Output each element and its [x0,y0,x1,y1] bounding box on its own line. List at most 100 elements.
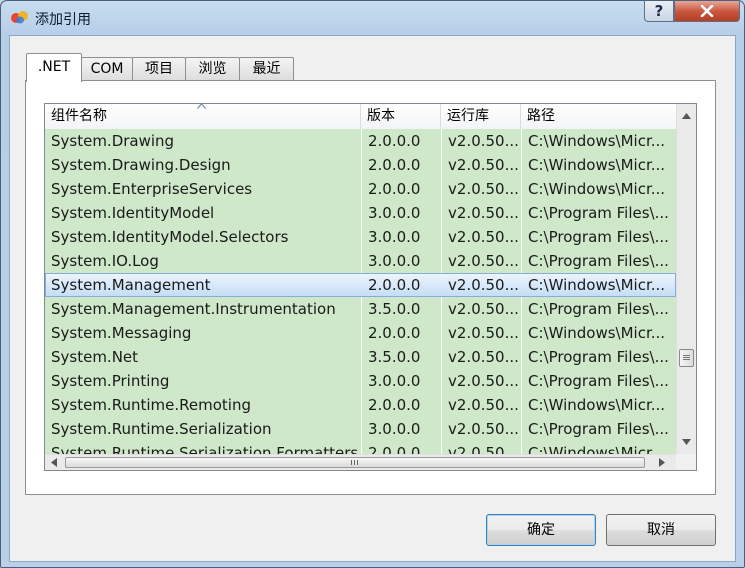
horizontal-scroll-thumb[interactable] [65,457,645,468]
add-reference-dialog: 添加引用 ? .NET COM 项目 浏览 最近 组件名称 版本 运行库 路径 … [0,0,745,568]
component-version: 2.0.0.0 [361,321,441,345]
help-label: ? [654,2,664,20]
component-version: 3.0.0.0 [361,417,441,441]
app-logo-icon [11,11,28,24]
component-path: C:\Windows\Micr... [521,393,676,417]
table-row[interactable]: System.Runtime.Remoting 2.0.0.0 v2.0.50...… [45,393,676,417]
component-path: C:\Program Files\... [521,369,676,393]
table-row[interactable]: System.Net 3.5.0.0 v2.0.50... C:\Program Fi… [45,345,676,369]
help-button[interactable]: ? [644,1,674,22]
table-row[interactable]: System.EnterpriseServices 2.0.0.0 v2.0.50.… [45,177,676,201]
ok-button[interactable]: 确定 [486,514,596,546]
component-version: 3.0.0.0 [361,249,441,273]
component-runtime: v2.0.50... [441,177,521,201]
tab-panel-dotnet: 组件名称 版本 运行库 路径 System.Drawing 2.0.0.0 v2.0… [25,80,716,495]
column-header-name[interactable]: 组件名称 [45,104,361,129]
component-path: C:\Program Files\... [521,345,676,369]
dialog-body: .NET COM 项目 浏览 最近 组件名称 版本 运行库 路径 System. [9,35,736,562]
component-version: 3.0.0.0 [361,201,441,225]
component-path: C:\Windows\Micr... [521,129,676,153]
table-row[interactable]: System.Runtime.Serialization 3.0.0.0 v2.0.… [45,417,676,441]
component-version: 3.5.0.0 [361,345,441,369]
component-runtime: v2.0.50... [441,297,521,321]
close-icon [700,5,714,17]
column-header-name-label: 组件名称 [51,108,107,124]
list-header: 组件名称 版本 运行库 路径 [45,104,676,130]
component-name: System.Runtime.Remoting [51,396,251,414]
component-path: C:\Program Files\... [521,225,676,249]
component-name: System.IdentityModel.Selectors [51,228,289,246]
table-row[interactable]: System.Printing 3.0.0.0 v2.0.50... C:\Progr… [45,369,676,393]
component-version: 2.0.0.0 [361,153,441,177]
component-runtime: v2.0.50... [441,393,521,417]
scroll-up-icon[interactable] [682,113,691,119]
component-path: C:\Windows\Micr... [521,153,676,177]
component-name: System.Management [51,276,211,294]
title-bar[interactable]: 添加引用 ? [1,1,744,35]
component-runtime: v2.0.50... [441,345,521,369]
component-runtime: v2.0.50... [448,276,519,294]
component-runtime: v2.0.50... [441,249,521,273]
component-runtime: v2.0.50... [441,201,521,225]
component-runtime: v2.0.50... [441,153,521,177]
component-list[interactable]: 组件名称 版本 运行库 路径 System.Drawing 2.0.0.0 v2.0… [44,103,697,471]
cancel-button[interactable]: 取消 [606,514,716,546]
component-name: System.Runtime.Serialization.Formatters.… [51,444,361,454]
tab-browse[interactable]: 浏览 [185,57,240,81]
component-path: C:\Windows\Micr... [528,276,666,294]
component-version: 2.0.0.0 [361,393,441,417]
tab-recent[interactable]: 最近 [239,57,294,81]
tab-com[interactable]: COM [81,57,133,81]
component-version: 2.0.0.0 [361,177,441,201]
table-row[interactable]: System.Management.Instrumentation 3.5.0.0… [45,297,676,321]
component-runtime: v2.0.50... [441,321,521,345]
table-row[interactable]: System.IdentityModel 3.0.0.0 v2.0.50... C:\… [45,201,676,225]
component-path: C:\Windows\Micr... [521,177,676,201]
list-rows: System.Drawing 2.0.0.0 v2.0.50... C:\Window… [45,129,676,454]
component-path: C:\Program Files\... [521,249,676,273]
table-row-selected[interactable]: System.Management 2.0.0.0 v2.0.50... C:\Win… [45,273,676,297]
component-path: C:\Program Files\... [521,417,676,441]
component-name: System.Messaging [51,324,192,342]
horizontal-scrollbar[interactable] [45,454,676,470]
tab-projects[interactable]: 项目 [132,57,186,81]
table-row[interactable]: System.Messaging 2.0.0.0 v2.0.50... C:\Wind… [45,321,676,345]
component-name: System.Drawing.Design [51,156,231,174]
component-path: C:\Program Files\... [521,201,676,225]
table-row[interactable]: System.Drawing 2.0.0.0 v2.0.50... C:\Window… [45,129,676,153]
scroll-corner [676,454,696,470]
component-version: 2.0.0.0 [361,129,441,153]
vertical-scroll-thumb[interactable] [679,349,694,367]
scroll-left-icon[interactable] [51,458,57,467]
component-path: C:\Program Files\... [521,297,676,321]
window-title: 添加引用 [35,12,91,28]
component-path: C:\Windows\Micr... [521,441,676,454]
column-header-path[interactable]: 路径 [521,104,676,129]
close-button[interactable] [674,1,740,22]
component-name: System.EnterpriseServices [51,180,253,198]
component-version: 3.0.0.0 [361,225,441,249]
component-name: System.Printing [51,372,170,390]
component-runtime: v2.0.50... [441,225,521,249]
column-header-version[interactable]: 版本 [361,104,441,129]
component-version: 2.0.0.0 [361,441,441,454]
component-version: 2.0.0.0 [368,276,421,294]
table-row[interactable]: System.Runtime.Serialization.Formatters.… [45,441,676,454]
component-name: System.Drawing [51,132,175,150]
component-name: System.IdentityModel [51,204,215,222]
component-runtime: v2.0.50... [441,417,521,441]
table-row[interactable]: System.IO.Log 3.0.0.0 v2.0.50... C:\Program… [45,249,676,273]
table-row[interactable]: System.IdentityModel.Selectors 3.0.0.0 v2.… [45,225,676,249]
vertical-scrollbar[interactable] [676,104,696,454]
table-row[interactable]: System.Drawing.Design 2.0.0.0 v2.0.50... C:… [45,153,676,177]
scroll-right-icon[interactable] [659,458,665,467]
column-header-runtime[interactable]: 运行库 [441,104,521,129]
component-name: System.Runtime.Serialization [51,420,272,438]
component-runtime: v2.0.50... [441,441,521,454]
scroll-down-icon[interactable] [682,439,691,445]
component-name: System.Net [51,348,139,366]
component-version: 3.5.0.0 [361,297,441,321]
component-name: System.Management.Instrumentation [51,300,336,318]
tab-dotnet[interactable]: .NET [26,53,82,82]
sort-ascending-icon [197,104,206,109]
